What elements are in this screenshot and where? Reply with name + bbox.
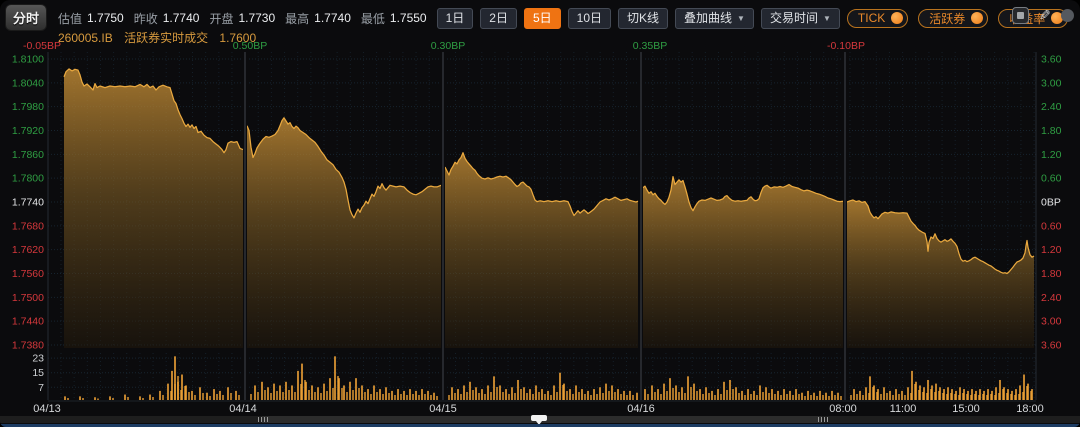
toggle-knob-icon	[971, 12, 983, 24]
active-bond-trade-price: 1.7600	[219, 31, 256, 45]
field-value: 1.7740	[314, 11, 351, 25]
svg-text:1.7680: 1.7680	[12, 220, 44, 232]
svg-text:1.7500: 1.7500	[12, 292, 44, 304]
active-bond-toggle-label: 活跃券	[929, 10, 965, 27]
period-button-2d[interactable]: 2日	[480, 8, 517, 29]
tick-toggle[interactable]: TICK	[847, 9, 908, 28]
field-label: 昨收	[134, 10, 158, 27]
field-high: 最高 1.7740	[285, 10, 351, 27]
svg-text:1.7380: 1.7380	[12, 339, 44, 351]
chevron-down-icon: ▼	[823, 11, 831, 26]
field-value: 1.7550	[390, 11, 427, 25]
field-value: 1.7740	[163, 11, 200, 25]
svg-text:0.60: 0.60	[1041, 220, 1062, 232]
active-bond-trade-label: 活跃券实时成交	[124, 31, 208, 45]
svg-text:2.40: 2.40	[1041, 292, 1062, 304]
overlay-curve-dropdown[interactable]: 叠加曲线 ▼	[675, 8, 754, 29]
svg-text:0BP: 0BP	[1041, 196, 1061, 208]
field-label: 最低	[361, 10, 385, 27]
svg-text:1.20: 1.20	[1041, 149, 1062, 161]
svg-text:04/16: 04/16	[627, 403, 655, 415]
bond-trading-window: 1.8100 1.8040 1.7980 1.7920 1.7860 1.7800 1.77…	[0, 0, 1080, 427]
popout-icon[interactable]	[1012, 7, 1029, 24]
field-label: 估值	[58, 10, 82, 27]
svg-text:1.8040: 1.8040	[12, 77, 44, 89]
svg-text:04/13: 04/13	[33, 403, 61, 415]
svg-text:11:00: 11:00	[890, 403, 917, 415]
tick-toggle-label: TICK	[858, 11, 885, 25]
svg-text:3.60: 3.60	[1041, 54, 1062, 66]
active-bond-toggle[interactable]: 活跃券	[918, 9, 988, 28]
draw-tool-icon[interactable]: ✎	[1039, 7, 1051, 24]
svg-text:3.00: 3.00	[1041, 316, 1062, 328]
svg-text:1.7560: 1.7560	[12, 268, 44, 280]
overlay-curve-label: 叠加曲线	[684, 11, 732, 26]
svg-text:3.60: 3.60	[1041, 339, 1062, 351]
svg-text:1.80: 1.80	[1041, 125, 1062, 137]
trading-session-label: 交易时间	[770, 11, 818, 26]
toggle-knob-icon	[891, 12, 903, 24]
period-button-10d[interactable]: 10日	[568, 8, 611, 29]
svg-text:1.80: 1.80	[1041, 268, 1062, 280]
svg-text:1.8100: 1.8100	[12, 54, 44, 66]
field-value: 1.7730	[238, 11, 275, 25]
field-low: 最低 1.7550	[361, 10, 427, 27]
svg-text:0.30BP: 0.30BP	[431, 40, 465, 52]
svg-text:08:00: 08:00	[829, 403, 857, 415]
period-button-1d[interactable]: 1日	[437, 8, 474, 29]
svg-text:2.40: 2.40	[1041, 101, 1062, 113]
svg-text:0.35BP: 0.35BP	[633, 40, 667, 52]
scrollbar-right-grip[interactable]	[818, 417, 828, 422]
svg-text:1.7920: 1.7920	[12, 125, 44, 137]
active-bond-quote: 260005.IB 活跃券实时成交 1.7600	[58, 29, 264, 46]
field-prev-close: 昨收 1.7740	[134, 10, 200, 27]
bond-code: 260005.IB	[58, 31, 113, 45]
svg-text:15: 15	[32, 367, 44, 379]
toolbar: 估值 1.7750 昨收 1.7740 开盘 1.7730 最高 1.7740 …	[58, 6, 1078, 30]
trading-session-dropdown[interactable]: 交易时间 ▼	[761, 8, 840, 29]
switch-kline-button[interactable]: 切K线	[618, 8, 668, 29]
svg-text:23: 23	[32, 353, 44, 365]
scrollbar-left-grip[interactable]	[258, 417, 268, 422]
svg-text:15:00: 15:00	[952, 403, 980, 415]
svg-text:1.7620: 1.7620	[12, 244, 44, 256]
window-tools: ✎	[1012, 7, 1074, 24]
field-valuation: 估值 1.7750	[58, 10, 124, 27]
svg-text:3.00: 3.00	[1041, 77, 1062, 89]
chevron-down-icon: ▼	[737, 11, 745, 26]
field-value: 1.7750	[87, 11, 124, 25]
tab-intraday[interactable]: 分时	[5, 4, 47, 31]
svg-text:04/15: 04/15	[429, 403, 457, 415]
svg-text:-0.05BP: -0.05BP	[23, 40, 61, 52]
svg-text:04/14: 04/14	[229, 403, 257, 415]
svg-text:1.7860: 1.7860	[12, 149, 44, 161]
svg-text:18:00: 18:00	[1016, 403, 1044, 415]
info-icon[interactable]	[1061, 9, 1074, 22]
svg-text:7: 7	[38, 382, 44, 394]
svg-text:1.20: 1.20	[1041, 244, 1062, 256]
field-open: 开盘 1.7730	[209, 10, 275, 27]
svg-text:1.7440: 1.7440	[12, 316, 44, 328]
field-label: 开盘	[209, 10, 233, 27]
svg-text:1.7800: 1.7800	[12, 173, 44, 185]
svg-text:1.7740: 1.7740	[12, 196, 44, 208]
field-label: 最高	[285, 10, 309, 27]
svg-text:-0.10BP: -0.10BP	[827, 40, 865, 52]
period-button-5d[interactable]: 5日	[524, 8, 561, 29]
svg-text:1.7980: 1.7980	[12, 101, 44, 113]
price-chart[interactable]: 1.8100 1.8040 1.7980 1.7920 1.7860 1.7800 1.77…	[0, 0, 1080, 427]
svg-text:0.60: 0.60	[1041, 173, 1062, 185]
